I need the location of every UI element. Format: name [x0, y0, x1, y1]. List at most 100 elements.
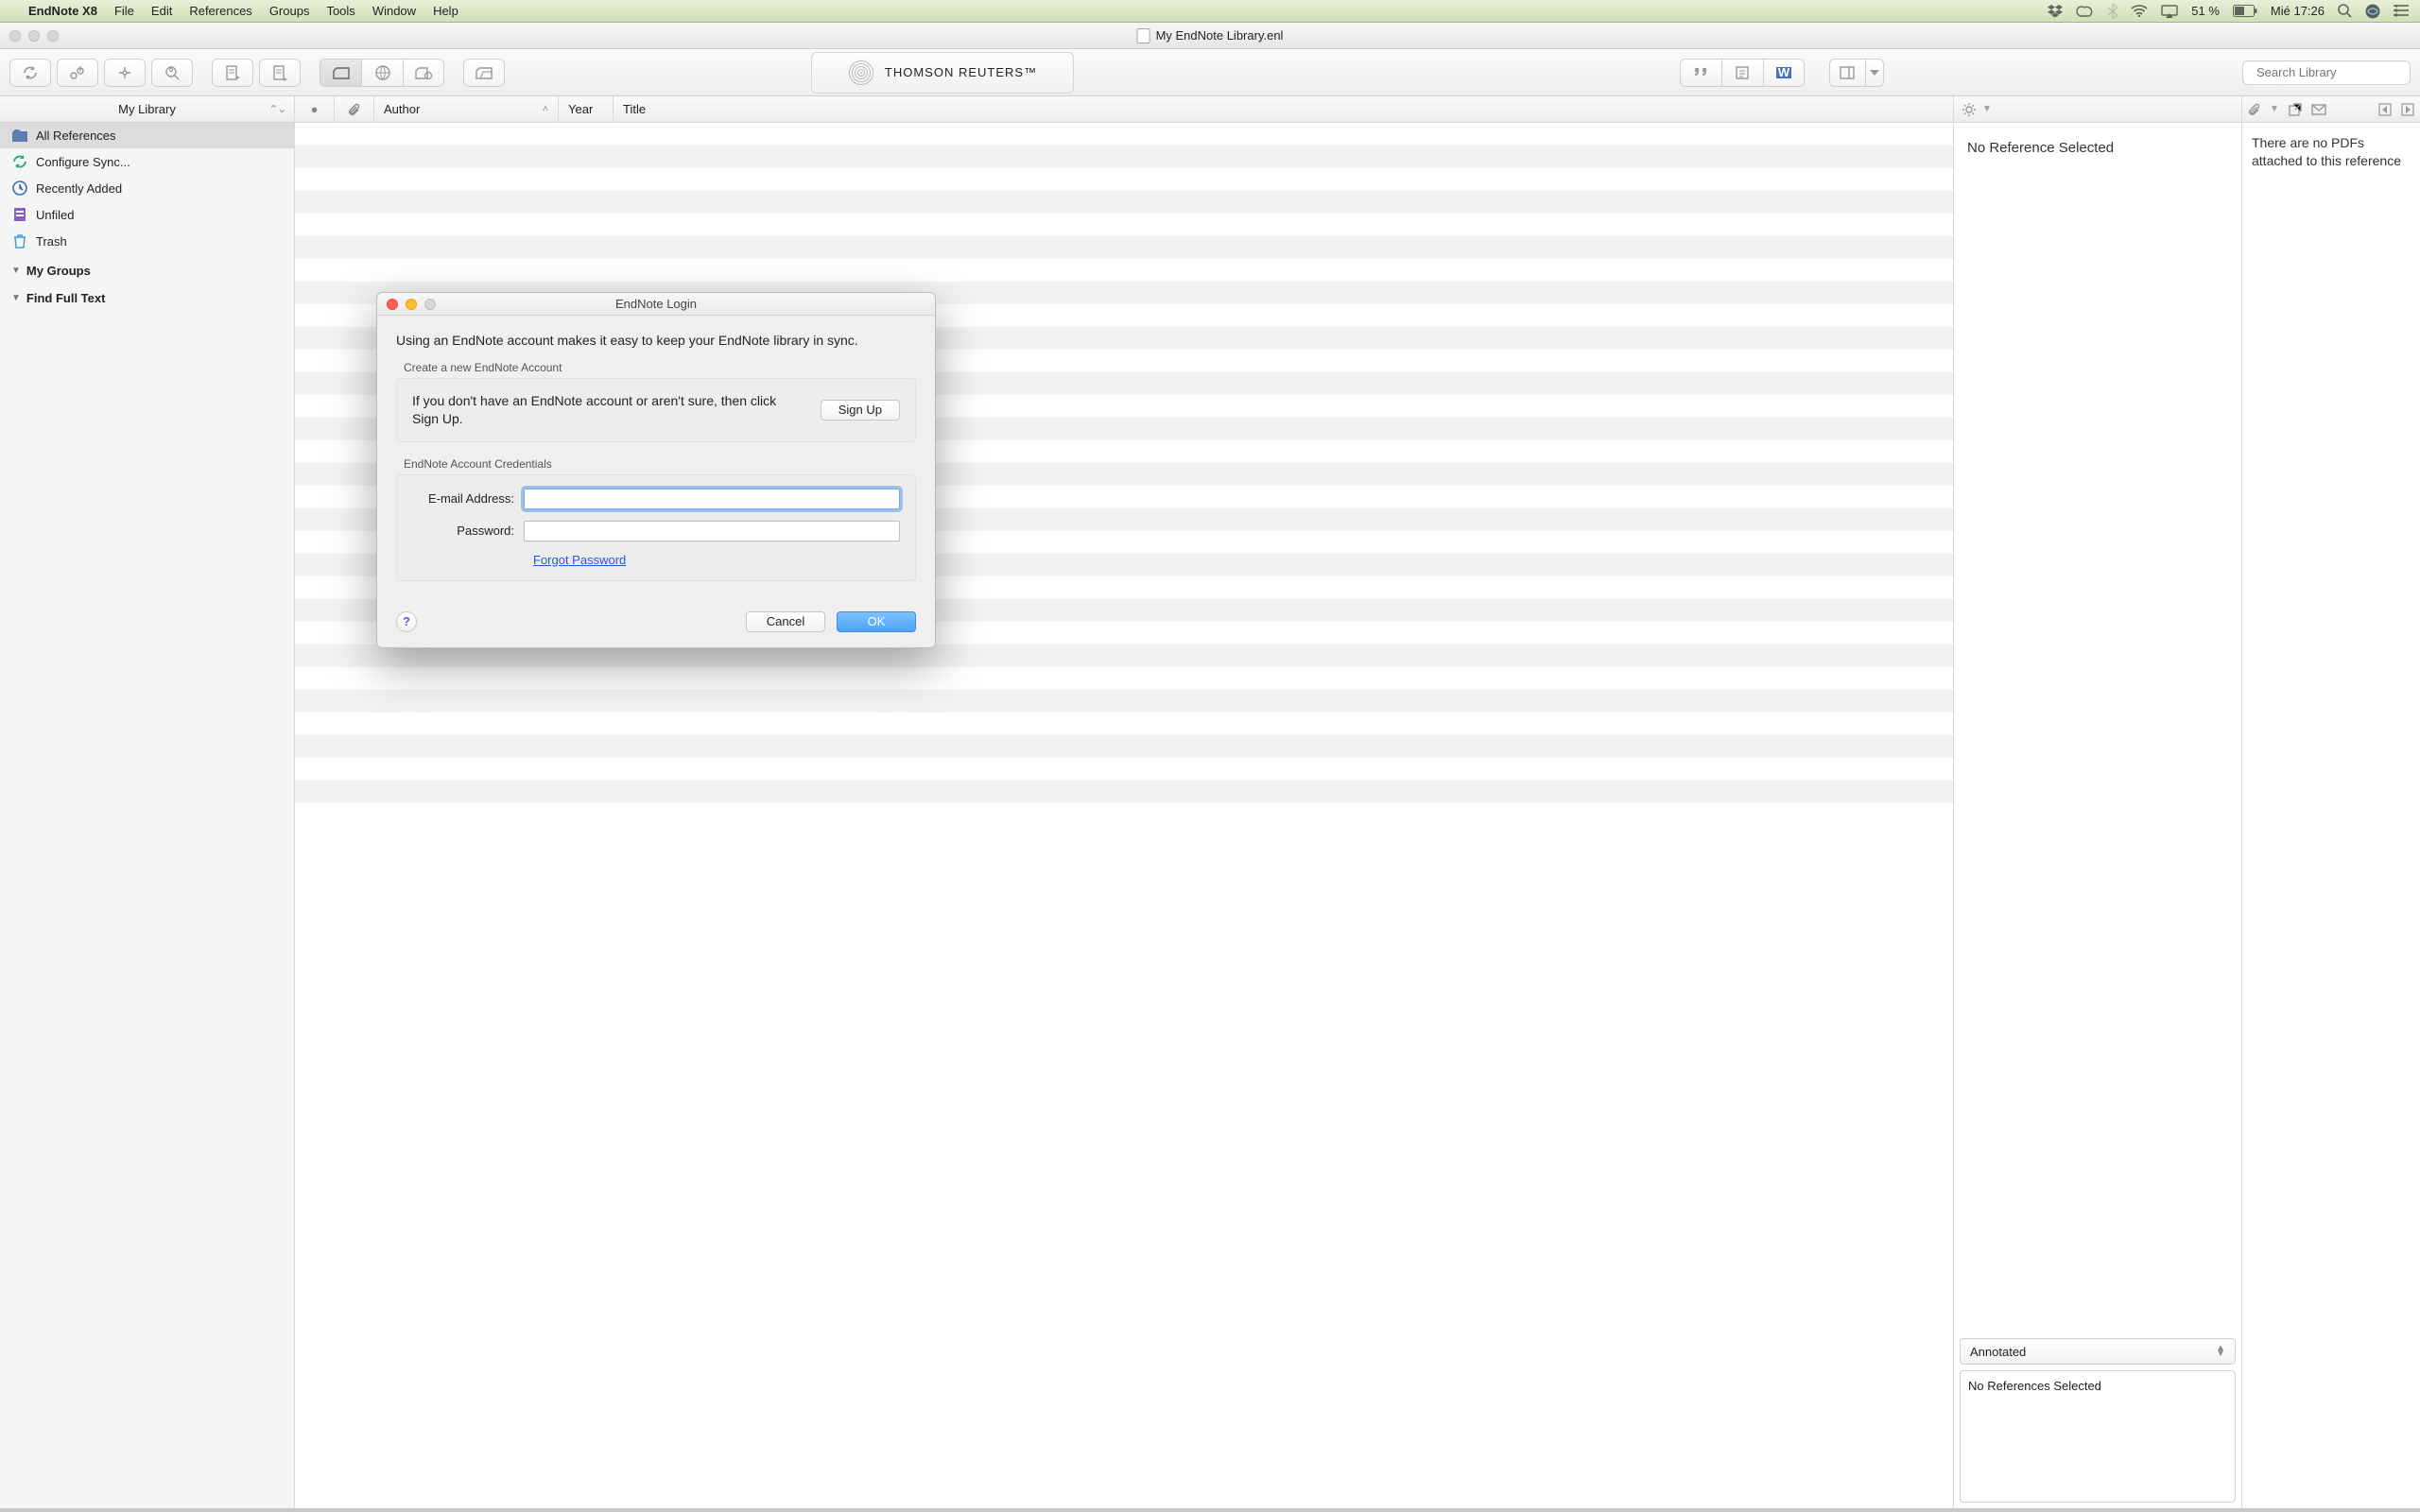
disclosure-triangle-icon: ▼ — [11, 293, 21, 303]
table-row[interactable] — [295, 758, 1953, 781]
group-label: Find Full Text — [26, 291, 106, 305]
col-read-status[interactable]: ● — [295, 96, 335, 122]
sidebar-item-unfiled[interactable]: Unfiled — [0, 201, 294, 228]
password-field[interactable] — [524, 521, 900, 541]
cc-cloud-icon[interactable] — [2076, 5, 2095, 18]
online-mode-button[interactable] — [361, 59, 403, 87]
sidebar-item-all-references[interactable]: All References — [0, 123, 294, 148]
insert-citation-button[interactable] — [1680, 59, 1721, 87]
online-search-button[interactable] — [151, 59, 193, 87]
table-row[interactable] — [295, 146, 1953, 168]
local-library-mode-button[interactable] — [320, 59, 361, 87]
spotlight-icon[interactable] — [2338, 4, 2352, 18]
sidebar-item-trash[interactable]: Trash — [0, 228, 294, 254]
airplay-icon[interactable] — [2161, 5, 2178, 18]
dialog-zoom-icon — [424, 299, 436, 310]
help-button[interactable]: ? — [396, 611, 417, 632]
create-account-section-label: Create a new EndNote Account — [404, 361, 916, 374]
table-row[interactable] — [295, 214, 1953, 236]
notification-center-icon[interactable] — [2394, 5, 2409, 17]
table-row[interactable] — [295, 259, 1953, 282]
integrated-mode-button[interactable] — [403, 59, 444, 87]
table-row[interactable] — [295, 168, 1953, 191]
ok-button[interactable]: OK — [837, 611, 916, 632]
annotated-dropdown[interactable]: Annotated ▲▼ — [1960, 1338, 2236, 1365]
signup-button[interactable]: Sign Up — [821, 400, 900, 421]
table-row[interactable] — [295, 735, 1953, 758]
table-row[interactable] — [295, 690, 1953, 713]
menu-file[interactable]: File — [114, 4, 134, 18]
disclosure-triangle-icon: ▼ — [11, 266, 21, 276]
menu-edit[interactable]: Edit — [151, 4, 172, 18]
search-library[interactable] — [2242, 60, 2411, 85]
pdf-prev-icon[interactable] — [2378, 103, 2392, 116]
window-traffic-lights[interactable] — [0, 30, 59, 42]
wifi-icon[interactable] — [2131, 5, 2148, 17]
mail-icon[interactable] — [2311, 104, 2326, 115]
toolbar: + THOMSON REUTERS™ W — [0, 49, 2420, 96]
battery-icon[interactable] — [2233, 5, 2257, 17]
no-pdf-text: There are no PDFs attached to this refer… — [2242, 123, 2420, 181]
menubar-clock[interactable]: Mié 17:26 — [2271, 4, 2325, 18]
col-label: Title — [623, 102, 646, 116]
window-titlebar: My EndNote Library.enl — [0, 23, 2420, 49]
pdf-next-icon[interactable] — [2401, 103, 2414, 116]
gear-icon[interactable] — [1962, 102, 1977, 117]
cancel-button[interactable]: Cancel — [746, 611, 825, 632]
chevron-down-icon[interactable]: ▼ — [1982, 104, 1992, 114]
table-row[interactable] — [295, 667, 1953, 690]
paperclip-icon[interactable] — [2248, 103, 2260, 116]
table-row[interactable] — [295, 123, 1953, 146]
search-input[interactable] — [2256, 65, 2420, 79]
notes-area[interactable]: No References Selected — [1960, 1370, 2236, 1503]
layout-menu-button[interactable] — [1865, 59, 1884, 87]
table-row[interactable] — [295, 236, 1953, 259]
new-reference-button[interactable] — [212, 59, 253, 87]
window-close-icon[interactable] — [9, 30, 21, 42]
table-row[interactable] — [295, 781, 1953, 803]
chevron-down-icon[interactable]: ▼ — [2270, 104, 2279, 114]
sidebar-header[interactable]: My Library ⌃⌄ — [0, 96, 294, 123]
cwyw-word-button[interactable]: W — [1763, 59, 1805, 87]
menu-help[interactable]: Help — [433, 4, 458, 18]
sync-button[interactable] — [9, 59, 51, 87]
sidebar-item-configure-sync[interactable]: Configure Sync... — [0, 148, 294, 175]
open-folder-button[interactable] — [463, 59, 505, 87]
app-name[interactable]: EndNote X8 — [28, 4, 97, 18]
sidebar-group-my-groups[interactable]: ▼ My Groups — [0, 254, 294, 282]
sidebar-item-label: Trash — [36, 234, 67, 249]
layout-button[interactable] — [1829, 59, 1865, 87]
preview-toolbar: ▼ — [1954, 96, 2241, 123]
share-button[interactable]: + — [57, 59, 98, 87]
forgot-password-link[interactable]: Forgot Password — [533, 553, 626, 567]
dialog-close-icon[interactable] — [387, 299, 398, 310]
menu-tools[interactable]: Tools — [326, 4, 354, 18]
window-minimize-icon[interactable] — [28, 30, 40, 42]
dialog-minimize-icon[interactable] — [406, 299, 417, 310]
stack-icon — [11, 207, 28, 222]
email-field[interactable] — [524, 489, 900, 509]
col-author[interactable]: Author˄ — [374, 96, 559, 122]
col-year[interactable]: Year — [559, 96, 614, 122]
email-label: E-mail Address: — [412, 491, 524, 506]
table-row[interactable] — [295, 713, 1953, 735]
svg-text:W: W — [1777, 65, 1789, 79]
export-button[interactable] — [259, 59, 301, 87]
col-attachment[interactable] — [335, 96, 374, 122]
table-row[interactable] — [295, 191, 1953, 214]
dialog-titlebar: EndNote Login — [377, 293, 935, 316]
menu-references[interactable]: References — [189, 4, 251, 18]
col-title[interactable]: Title — [614, 96, 1953, 122]
siri-icon[interactable] — [2365, 4, 2380, 19]
bluetooth-icon[interactable] — [2108, 4, 2118, 19]
sidebar-group-find-full-text[interactable]: ▼ Find Full Text — [0, 282, 294, 309]
format-bibliography-button[interactable] — [1721, 59, 1763, 87]
menu-groups[interactable]: Groups — [269, 4, 310, 18]
sidebar-item-recently-added[interactable]: Recently Added — [0, 175, 294, 201]
window-zoom-icon[interactable] — [47, 30, 59, 42]
menu-window[interactable]: Window — [372, 4, 416, 18]
dropbox-icon[interactable] — [2048, 5, 2063, 18]
annotated-label: Annotated — [1970, 1345, 2026, 1359]
open-pdf-icon[interactable] — [2289, 103, 2302, 116]
capture-button[interactable] — [104, 59, 146, 87]
